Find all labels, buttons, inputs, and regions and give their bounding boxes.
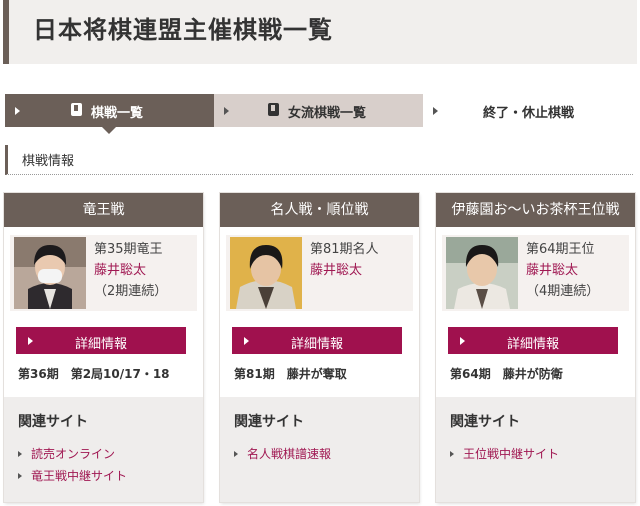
arrow-right-icon bbox=[18, 451, 22, 457]
active-tab-pointer bbox=[102, 127, 116, 134]
holder-text: 第64期王位 藤井聡太 （4期連続） bbox=[526, 239, 599, 302]
holder-text: 第35期竜王 藤井聡太 （2期連続） bbox=[94, 239, 167, 302]
detail-button-label: 詳細情報 bbox=[290, 337, 343, 352]
related-links: 読売オンライン 竜王戦中継サイト bbox=[18, 443, 127, 487]
card-ryuo: 竜王戦 第35期竜王 藤井聡太 （2期連続） 詳細情報 第36期 第2局10/1… bbox=[4, 193, 203, 502]
holder-name: 藤井聡太 bbox=[310, 263, 363, 278]
holder-photo bbox=[230, 237, 302, 309]
status-text: 第36期 第2局10/17・18 bbox=[18, 367, 170, 381]
related-link[interactable]: 王位戦中継サイト bbox=[450, 443, 559, 465]
page-header: 日本将棋連盟主催棋戦一覧 bbox=[3, 0, 637, 64]
tab-label: 終了・休止棋戦 bbox=[483, 106, 575, 121]
book-icon bbox=[71, 103, 82, 116]
card-title: 伊藤園お～いお茶杯王位戦 bbox=[436, 193, 635, 227]
related-sites: 関連サイト 王位戦中継サイト bbox=[436, 397, 635, 502]
related-heading: 関連サイト bbox=[234, 414, 304, 430]
related-link[interactable]: 竜王戦中継サイト bbox=[18, 465, 127, 487]
holder-name: 藤井聡太 bbox=[526, 263, 579, 278]
detail-info-button[interactable]: 詳細情報 bbox=[232, 327, 402, 354]
card-title: 竜王戦 bbox=[4, 193, 203, 227]
detail-info-button[interactable]: 詳細情報 bbox=[16, 327, 186, 354]
title-holder-info: 第81期名人 藤井聡太 bbox=[226, 235, 413, 311]
arrow-right-icon bbox=[15, 107, 20, 115]
detail-button-label: 詳細情報 bbox=[74, 337, 127, 352]
related-heading: 関連サイト bbox=[18, 414, 88, 430]
related-links: 王位戦中継サイト bbox=[450, 443, 559, 465]
title-holder-info: 第64期王位 藤井聡太 （4期連続） bbox=[442, 235, 629, 311]
related-link[interactable]: 読売オンライン bbox=[18, 443, 127, 465]
card-meijin: 名人戦・順位戦 第81期名人 藤井聡太 詳細情報 第81期 藤井が奪取 関連サイ… bbox=[220, 193, 419, 502]
tab-women-kisen-list[interactable]: 女流棋戦一覧 bbox=[214, 94, 423, 127]
status-text: 第81期 藤井が奪取 bbox=[234, 367, 347, 381]
card-title: 名人戦・順位戦 bbox=[220, 193, 419, 227]
related-sites: 関連サイト 名人戦棋譜速報 bbox=[220, 397, 419, 502]
arrow-right-icon bbox=[433, 107, 438, 115]
holder-photo bbox=[14, 237, 86, 309]
related-links: 名人戦棋譜速報 bbox=[234, 443, 331, 465]
detail-button-label: 詳細情報 bbox=[506, 337, 559, 352]
tab-bar: 棋戦一覧 女流棋戦一覧 終了・休止棋戦 bbox=[5, 94, 635, 134]
arrow-right-icon bbox=[234, 451, 238, 457]
related-link[interactable]: 名人戦棋譜速報 bbox=[234, 443, 331, 465]
holder-photo bbox=[446, 237, 518, 309]
tab-ended-kisen[interactable]: 終了・休止棋戦 bbox=[423, 94, 635, 127]
title-term: 第35期竜王 bbox=[94, 242, 163, 257]
tab-label: 棋戦一覧 bbox=[91, 106, 144, 121]
related-heading: 関連サイト bbox=[450, 414, 520, 430]
status-text: 第64期 藤井が防衛 bbox=[450, 367, 563, 381]
related-link-label: 読売オンライン bbox=[31, 447, 116, 461]
tab-kisen-list[interactable]: 棋戦一覧 bbox=[5, 94, 214, 134]
title-holder-info: 第35期竜王 藤井聡太 （2期連続） bbox=[10, 235, 197, 311]
holder-text: 第81期名人 藤井聡太 bbox=[310, 239, 379, 281]
detail-info-button[interactable]: 詳細情報 bbox=[448, 327, 618, 354]
title-term: 第64期王位 bbox=[526, 242, 595, 257]
section-heading: 棋戦情報 bbox=[5, 145, 633, 175]
book-icon bbox=[268, 103, 279, 116]
related-link-label: 名人戦棋譜速報 bbox=[247, 447, 332, 461]
related-link-label: 王位戦中継サイト bbox=[463, 447, 560, 461]
title-term: 第81期名人 bbox=[310, 242, 379, 257]
related-sites: 関連サイト 読売オンライン 竜王戦中継サイト bbox=[4, 397, 203, 502]
holder-note: （4期連続） bbox=[526, 284, 600, 299]
tab-label: 女流棋戦一覧 bbox=[288, 106, 367, 121]
arrow-right-icon bbox=[450, 451, 454, 457]
card-oi: 伊藤園お～いお茶杯王位戦 第64期王位 藤井聡太 （4期連続） 詳細情報 第64… bbox=[436, 193, 635, 502]
arrow-right-icon bbox=[18, 473, 22, 479]
section-heading-label: 棋戦情報 bbox=[22, 154, 75, 169]
holder-name: 藤井聡太 bbox=[94, 263, 147, 278]
related-link-label: 竜王戦中継サイト bbox=[31, 469, 128, 483]
page-title: 日本将棋連盟主催棋戦一覧 bbox=[33, 16, 333, 44]
arrow-right-icon bbox=[224, 107, 229, 115]
holder-note: （2期連続） bbox=[94, 284, 168, 299]
